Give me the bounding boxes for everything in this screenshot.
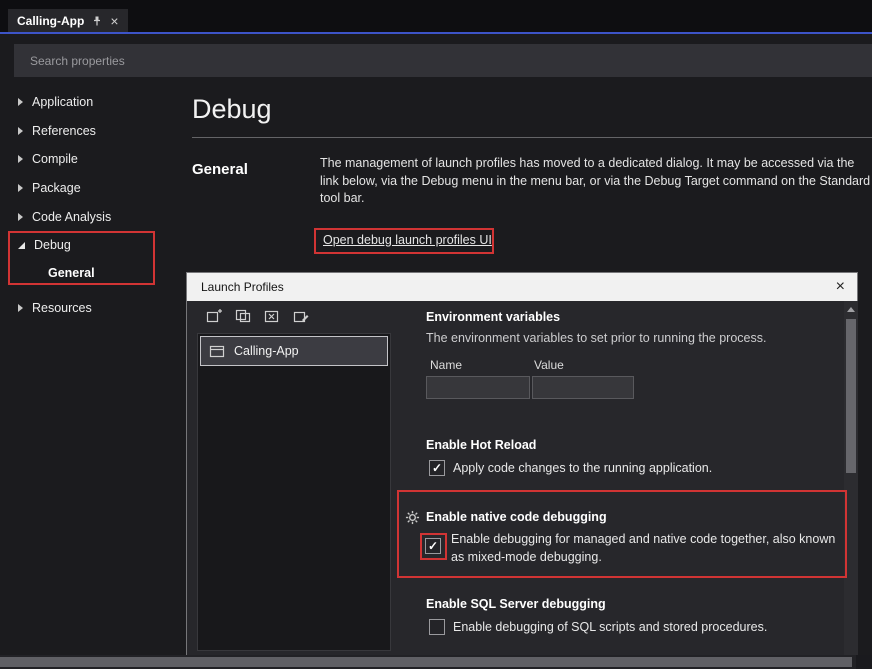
sql-debugging-checkbox[interactable] [429, 619, 445, 635]
chevron-expanded-icon [18, 242, 25, 249]
sidebar-item-label: Compile [32, 152, 78, 166]
pin-icon[interactable] [91, 15, 103, 27]
dialog-title: Launch Profiles [201, 280, 284, 294]
sidebar-item-label: Code Analysis [32, 210, 111, 224]
app-window-icon [209, 344, 225, 358]
app-window: Calling-App × Application References Com… [0, 0, 872, 669]
horizontal-scrollbar[interactable] [0, 655, 872, 669]
chevron-right-icon [18, 304, 23, 312]
sidebar-item-label: References [32, 124, 96, 138]
native-debugging-heading: Enable native code debugging [426, 510, 607, 524]
search-input[interactable] [14, 44, 872, 77]
sidebar-item-resources[interactable]: Resources [0, 294, 184, 323]
scrollbar-thumb[interactable] [846, 319, 856, 473]
dialog-titlebar[interactable]: Launch Profiles × [187, 273, 857, 301]
env-value-label: Value [534, 358, 564, 372]
profile-label: Calling-App [234, 344, 299, 358]
close-icon[interactable]: × [110, 14, 118, 28]
sidebar: Application References Compile Package C… [0, 88, 184, 322]
sidebar-item-label: Resources [32, 301, 92, 315]
sidebar-item-label: Package [32, 181, 81, 195]
annotation-red-box-link: Open debug launch profiles UI [314, 228, 494, 254]
env-name-label: Name [430, 358, 462, 372]
sidebar-item-label: General [48, 266, 95, 280]
accent-line [0, 32, 872, 34]
env-name-input[interactable] [426, 376, 530, 399]
sidebar-item-code-analysis[interactable]: Code Analysis [0, 202, 184, 231]
section-description: The management of launch profiles has mo… [320, 155, 872, 208]
dialog-scrollbar[interactable] [844, 301, 858, 669]
scroll-up-icon[interactable] [847, 307, 855, 312]
native-debugging-checkbox[interactable]: ✓ [425, 538, 441, 554]
sidebar-item-references[interactable]: References [0, 117, 184, 146]
search-bar [14, 44, 872, 77]
hot-reload-checkbox[interactable]: ✓ [429, 460, 445, 476]
env-variables-heading: Environment variables [426, 310, 560, 324]
new-profile-button[interactable] [203, 306, 225, 326]
sql-debugging-label: Enable debugging of SQL scripts and stor… [453, 620, 767, 634]
page-title: Debug [192, 94, 272, 125]
sidebar-item-debug[interactable]: Debug [0, 231, 184, 260]
dialog-toolbar [203, 306, 312, 326]
delete-profile-button[interactable] [261, 306, 283, 326]
check-icon: ✓ [426, 539, 440, 553]
open-debug-launch-profiles-link[interactable]: Open debug launch profiles UI [323, 233, 492, 247]
sql-debugging-heading: Enable SQL Server debugging [426, 597, 606, 611]
sidebar-item-label: Debug [34, 238, 71, 252]
chevron-right-icon [18, 127, 23, 135]
tab-title: Calling-App [17, 14, 84, 28]
dialog-close-icon[interactable]: × [836, 279, 845, 295]
chevron-right-icon [18, 213, 23, 221]
chevron-right-icon [18, 98, 23, 106]
hot-reload-label: Apply code changes to the running applic… [453, 461, 712, 475]
native-debugging-label: Enable debugging for managed and native … [451, 531, 843, 566]
sidebar-item-compile[interactable]: Compile [0, 145, 184, 174]
gear-icon [405, 510, 420, 530]
profile-item-calling-app[interactable]: Calling-App [200, 336, 388, 366]
chevron-right-icon [18, 155, 23, 163]
sidebar-item-application[interactable]: Application [0, 88, 184, 117]
tab-calling-app[interactable]: Calling-App × [8, 9, 128, 32]
rename-profile-button[interactable] [290, 306, 312, 326]
check-icon: ✓ [430, 461, 444, 475]
sidebar-item-package[interactable]: Package [0, 174, 184, 203]
horizontal-scrollbar-thumb[interactable] [0, 657, 852, 667]
chevron-right-icon [18, 184, 23, 192]
sidebar-item-label: Application [32, 95, 93, 109]
scrollbar-corner [856, 655, 872, 669]
section-heading-general: General [192, 161, 248, 178]
profiles-list: Calling-App [197, 333, 391, 651]
duplicate-profile-button[interactable] [232, 306, 254, 326]
env-value-input[interactable] [532, 376, 634, 399]
sidebar-item-general[interactable]: General [0, 260, 184, 287]
tab-strip: Calling-App × [0, 0, 872, 34]
title-divider [192, 137, 872, 138]
env-variables-description: The environment variables to set prior t… [426, 331, 766, 345]
launch-profiles-dialog: Launch Profiles × Calling-App [186, 272, 858, 669]
hot-reload-heading: Enable Hot Reload [426, 438, 536, 452]
